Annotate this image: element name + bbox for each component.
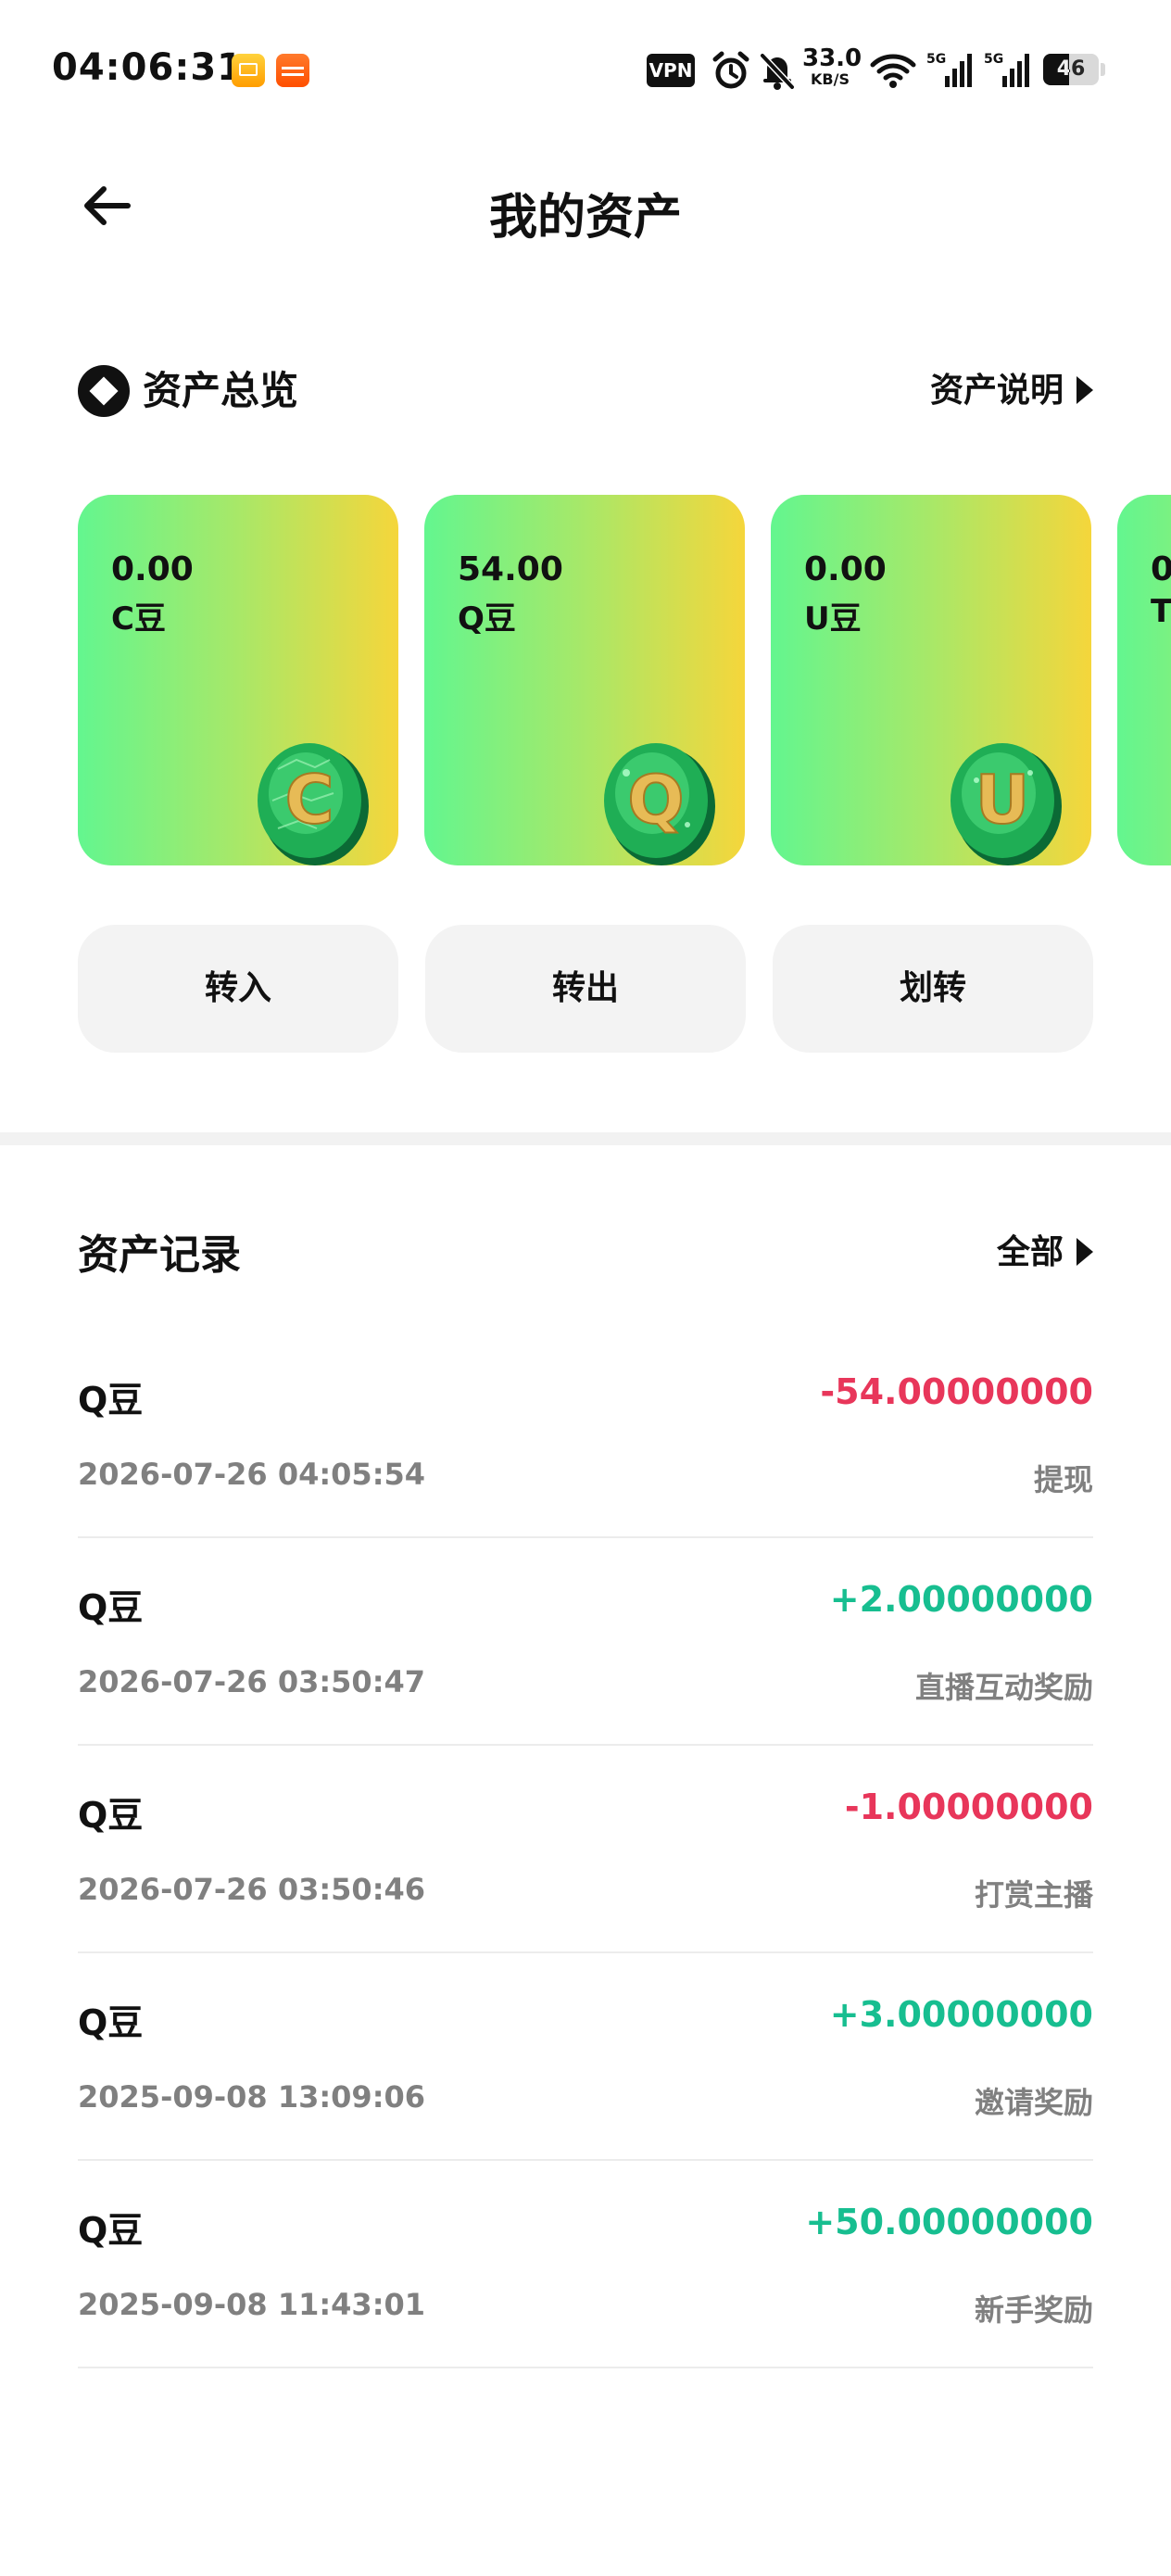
asset-explanation-link[interactable]: 资产说明 bbox=[930, 365, 1093, 417]
diamond-badge-icon bbox=[78, 365, 130, 417]
alarm-icon bbox=[712, 51, 749, 89]
record-asset: Q豆 bbox=[78, 2002, 144, 2043]
record-row[interactable]: Q豆 -1.00000000 2026-07-26 03:50:46 打赏主播 bbox=[78, 1746, 1093, 1953]
svg-text:U: U bbox=[976, 761, 1029, 839]
asset-card-q[interactable]: 54.00 Q豆 Q bbox=[424, 495, 745, 865]
c-coin-icon: C bbox=[258, 743, 369, 865]
record-row[interactable]: Q豆 -54.00000000 2026-07-26 04:05:54 提现 bbox=[78, 1331, 1093, 1538]
move-button[interactable]: 划转 bbox=[773, 925, 1093, 1053]
mail-notification-icon bbox=[232, 54, 265, 87]
records-title: 资产记录 bbox=[78, 1231, 241, 1279]
record-amount: +50.00000000 bbox=[805, 2202, 1093, 2242]
record-type: 直播互动奖励 bbox=[914, 1670, 1093, 1705]
record-asset: Q豆 bbox=[78, 1587, 144, 1628]
status-bar: 04:06:31 VPN 33.0 KB/S 5G 5G 46 bbox=[0, 0, 1171, 139]
5g-signal-icon: 5G bbox=[984, 52, 1029, 87]
asset-unit: U豆 bbox=[804, 600, 862, 638]
record-time: 2026-07-26 03:50:47 bbox=[78, 1664, 426, 1699]
records-list: Q豆 -54.00000000 2026-07-26 04:05:54 提现 Q… bbox=[78, 1331, 1093, 2368]
record-asset: Q豆 bbox=[78, 1380, 144, 1421]
svg-text:5G: 5G bbox=[926, 52, 946, 67]
battery-indicator: 46 bbox=[1043, 54, 1099, 85]
transfer-in-button[interactable]: 转入 bbox=[78, 925, 398, 1053]
asset-explanation-label: 资产说明 bbox=[929, 372, 1064, 410]
svg-text:C: C bbox=[285, 761, 334, 839]
record-asset: Q豆 bbox=[78, 2210, 144, 2251]
asset-unit: T bbox=[1151, 593, 1171, 630]
q-coin-icon: Q bbox=[604, 743, 715, 865]
record-row[interactable]: Q豆 +50.00000000 2025-09-08 11:43:01 新手奖励 bbox=[78, 2161, 1093, 2368]
record-time: 2025-09-08 11:43:01 bbox=[78, 2287, 426, 2322]
asset-card-c[interactable]: 0.00 C豆 C bbox=[78, 495, 398, 865]
transfer-out-button[interactable]: 转出 bbox=[425, 925, 746, 1053]
record-type: 新手奖励 bbox=[974, 2292, 1093, 2328]
asset-amount: 0.00 bbox=[111, 550, 194, 588]
record-amount: +3.00000000 bbox=[829, 1994, 1093, 2035]
page-title: 我的资产 bbox=[488, 190, 682, 246]
battery-level: 46 bbox=[1056, 57, 1086, 81]
vpn-badge: VPN bbox=[647, 54, 695, 87]
records-filter-all[interactable]: 全部 bbox=[997, 1225, 1093, 1273]
asset-amount: 54.00 bbox=[458, 550, 563, 588]
battery-cap bbox=[1101, 63, 1105, 76]
overview-title: 资产总览 bbox=[143, 368, 299, 413]
wifi-icon bbox=[870, 54, 916, 88]
record-amount: -1.00000000 bbox=[844, 1787, 1093, 1827]
record-time: 2026-07-26 03:50:46 bbox=[78, 1872, 426, 1907]
record-amount: +2.00000000 bbox=[829, 1579, 1093, 1620]
5g-signal-icon: 5G bbox=[926, 52, 972, 87]
record-type: 打赏主播 bbox=[974, 1877, 1093, 1913]
u-coin-icon: U bbox=[951, 743, 1062, 865]
status-time: 04:06:31 bbox=[52, 46, 244, 89]
record-row[interactable]: Q豆 +2.00000000 2026-07-26 03:50:47 直播互动奖… bbox=[78, 1538, 1093, 1746]
asset-amount: 0 bbox=[1151, 550, 1171, 588]
overview-header: 资产总览 资产说明 bbox=[78, 361, 1093, 426]
svg-text:Q: Q bbox=[627, 761, 684, 839]
asset-unit: Q豆 bbox=[458, 600, 516, 638]
record-time: 2026-07-26 04:05:54 bbox=[78, 1457, 426, 1492]
record-asset: Q豆 bbox=[78, 1795, 144, 1836]
asset-amount: 0.00 bbox=[804, 550, 887, 588]
asset-unit: C豆 bbox=[111, 600, 166, 638]
record-amount: -54.00000000 bbox=[820, 1371, 1093, 1412]
section-divider bbox=[0, 1132, 1171, 1145]
network-speed: 33.0 KB/S bbox=[802, 44, 863, 88]
triangle-right-icon bbox=[1077, 376, 1093, 404]
svg-text:5G: 5G bbox=[984, 52, 1003, 67]
asset-card-row[interactable]: 0.00 C豆 C 54.00 Q豆 Q 0.00 U豆 U 0 T bbox=[78, 495, 1171, 865]
record-row[interactable]: Q豆 +3.00000000 2025-09-08 13:09:06 邀请奖励 bbox=[78, 1953, 1093, 2161]
asset-card-u[interactable]: 0.00 U豆 U bbox=[771, 495, 1091, 865]
bell-muted-icon bbox=[760, 53, 795, 90]
triangle-right-icon bbox=[1077, 1238, 1093, 1266]
taobao-notification-icon bbox=[276, 54, 309, 87]
record-type: 提现 bbox=[1033, 1462, 1093, 1497]
records-filter-label: 全部 bbox=[996, 1233, 1064, 1271]
asset-card-t[interactable]: 0 T bbox=[1117, 495, 1171, 865]
record-time: 2025-09-08 13:09:06 bbox=[78, 2079, 426, 2115]
record-type: 邀请奖励 bbox=[974, 2085, 1093, 2120]
